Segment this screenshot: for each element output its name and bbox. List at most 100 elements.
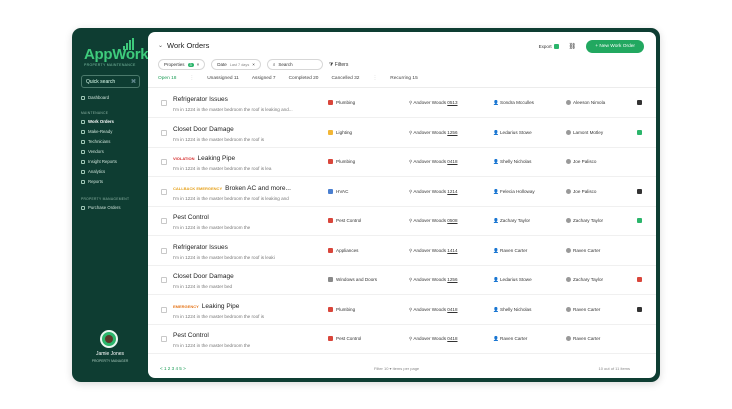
property-name: Andover Woods: [413, 247, 446, 253]
work-order-title[interactable]: Pest Control: [173, 332, 209, 339]
assignee[interactable]: Zachary Taylor: [566, 277, 603, 282]
assignee[interactable]: Aleeson Nimola: [566, 100, 605, 105]
date-filter[interactable]: Date Last 7 days ×: [211, 59, 261, 70]
unit-link[interactable]: 0418: [447, 336, 457, 341]
tab-recurring[interactable]: Recurring 15: [390, 76, 417, 81]
row-checkbox[interactable]: [161, 277, 167, 283]
person-icon: 👤: [493, 159, 500, 164]
category-icon: [328, 218, 333, 223]
table-row[interactable]: CALLBACK EMERGENCY Broken AC and more... I…: [148, 179, 656, 207]
item-count: 10 out of 11 items: [598, 366, 631, 371]
app-tagline: PROPERTY MAINTENANCE: [84, 63, 136, 67]
filters-button[interactable]: ⧩ Filters: [329, 62, 348, 68]
avatar: [566, 100, 571, 105]
close-icon[interactable]: ×: [252, 62, 255, 67]
work-order-title[interactable]: Closet Door Damage: [173, 273, 234, 280]
row-checkbox[interactable]: [161, 306, 167, 313]
avatar[interactable]: [100, 330, 118, 348]
table-row[interactable]: Closet Door Damage I'm in 1224 in the mas…: [148, 267, 656, 295]
row-checkbox[interactable]: [161, 129, 167, 136]
unit-link[interactable]: 0418: [447, 307, 457, 312]
sidebar-item-dashboard[interactable]: Dashboard: [81, 95, 109, 100]
tab-unassigned[interactable]: Unassigned 11: [207, 76, 239, 81]
property: ⚲ Andover Woods 0418: [409, 336, 458, 342]
assignee[interactable]: Raven Carter: [566, 247, 600, 253]
property-name: Andover Woods: [413, 100, 446, 105]
table-row[interactable]: Closet Door Damage I'm in 1224 in the mas…: [148, 120, 656, 148]
work-order-title[interactable]: Pest Control: [173, 214, 209, 221]
row-checkbox[interactable]: [161, 188, 167, 195]
property-name: Andover Woods: [413, 159, 446, 164]
sidebar-item-make-ready[interactable]: Make-Ready: [81, 129, 112, 134]
row-checkbox[interactable]: [161, 100, 167, 106]
assignee[interactable]: Zachary Taylor: [566, 218, 603, 223]
tab-cancelled[interactable]: Cancelled 32: [331, 76, 359, 81]
search-input[interactable]: ⌕ Search: [266, 59, 323, 70]
table-row[interactable]: Refrigerator Issues I'm in 1224 in the ma…: [148, 90, 656, 118]
work-order-title[interactable]: Closet Door Damage: [173, 126, 234, 133]
unit-link[interactable]: 1414: [447, 248, 457, 253]
unit-link[interactable]: 0508: [447, 218, 457, 223]
unit-link[interactable]: 0513: [447, 100, 457, 105]
tab-assigned[interactable]: Assigned 7: [252, 76, 276, 81]
work-order-description: I'm in 1224 in the master bedroom the ro…: [173, 195, 289, 201]
row-checkbox[interactable]: [161, 218, 167, 224]
filter-bar: Properties 3 × Date Last 7 days × ⌕ Search ⧩ …: [158, 59, 348, 70]
row-checkbox[interactable]: [161, 159, 167, 165]
avatar: [566, 336, 571, 341]
sidebar-item-purchase-orders[interactable]: Purchase Orders: [81, 205, 120, 210]
link-icon[interactable]: ⛓: [569, 43, 577, 50]
resident-name: Ledarius Stowe: [500, 277, 532, 282]
export-button[interactable]: Export: [539, 44, 559, 49]
assignee-name: Raven Carter: [573, 306, 601, 312]
page-title-text: Work Orders: [167, 41, 210, 50]
assignee[interactable]: Raven Carter: [566, 336, 600, 341]
table-row[interactable]: Pest Control I'm in 1224 in the master be…: [148, 208, 656, 236]
sidebar-item-label: Vendors: [88, 149, 104, 154]
unit-link[interactable]: 0418: [447, 159, 457, 164]
assignee[interactable]: Lamont Motley: [566, 129, 603, 135]
sidebar-item-vendors[interactable]: Vendors: [81, 149, 104, 154]
unit-link[interactable]: 1256: [447, 130, 457, 135]
close-icon[interactable]: ×: [197, 62, 200, 67]
tab-completed[interactable]: Completed 20: [289, 76, 319, 81]
avatar: [566, 277, 571, 282]
table-row[interactable]: Pest Control I'm in 1224 in the master be…: [148, 326, 656, 354]
sidebar-item-work-orders[interactable]: Work Orders: [81, 119, 114, 124]
resident-name: Raven Carter: [500, 247, 528, 253]
property: ⚲ Andover Woods 1256: [409, 130, 458, 136]
work-order-title[interactable]: Refrigerator Issues: [173, 96, 228, 103]
page-title: ⌄ Work Orders: [158, 41, 209, 50]
table-row[interactable]: VIOLATION Leaking Pipe I'm in 1224 in the …: [148, 149, 656, 177]
work-order-title[interactable]: CALLBACK EMERGENCY Broken AC and more...: [173, 185, 291, 192]
sidebar-item-insight-reports[interactable]: Insight Reports: [81, 159, 117, 164]
work-order-title[interactable]: VIOLATION Leaking Pipe: [173, 155, 235, 162]
row-checkbox[interactable]: [161, 336, 167, 342]
sidebar-item-reports[interactable]: Reports: [81, 179, 103, 184]
table-row[interactable]: Refrigerator Issues I'm in 1224 in the ma…: [148, 238, 656, 266]
row-checkbox[interactable]: [161, 247, 167, 254]
unit-link[interactable]: 1256: [447, 277, 457, 282]
quick-search[interactable]: Quick search ⌘: [81, 75, 140, 88]
chevron-down-icon[interactable]: ⌄: [158, 42, 163, 49]
assignee[interactable]: Joe Palisco: [566, 188, 597, 194]
category-label: Plumbing: [336, 306, 356, 312]
property: ⚲ Andover Woods 0508: [409, 218, 458, 224]
per-page-select[interactable]: Filter 10 ▾ items per page: [374, 366, 419, 371]
properties-filter[interactable]: Properties 3 ×: [158, 59, 206, 70]
tab-open[interactable]: Open 18: [158, 76, 176, 81]
work-order-title[interactable]: EMERGENCY Leaking Pipe: [173, 303, 239, 310]
sidebar-item-technicians[interactable]: Technicians: [81, 139, 110, 144]
sidebar-section-maintenance: MAINTENANCE: [81, 111, 109, 115]
new-work-order-button[interactable]: + New Work Order: [586, 40, 644, 53]
assignee[interactable]: Raven Carter: [566, 306, 601, 312]
assignee[interactable]: Joe Palisco: [566, 159, 597, 164]
person-icon: 👤: [493, 336, 500, 341]
pagination[interactable]: < 1 2 3 4 5 >: [160, 366, 186, 371]
work-order-title[interactable]: Refrigerator Issues: [173, 244, 228, 251]
unit-link[interactable]: 1214: [447, 189, 457, 194]
work-order-description: I'm in 1224 in the master bedroom the ro…: [173, 166, 272, 171]
resident-name: Shelly Nicholas: [500, 159, 532, 164]
table-row[interactable]: EMERGENCY Leaking Pipe I'm in 1224 in the …: [148, 297, 656, 325]
sidebar-item-analytics[interactable]: Analytics: [81, 169, 105, 174]
